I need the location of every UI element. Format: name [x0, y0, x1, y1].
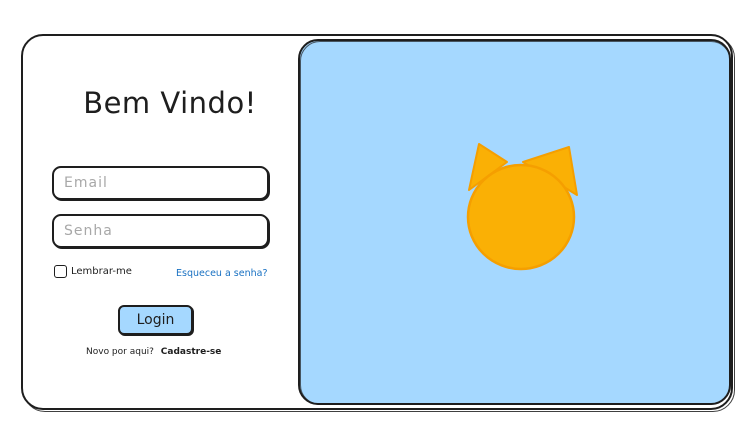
password-input[interactable]	[54, 216, 267, 246]
email-input[interactable]	[54, 168, 267, 198]
remember-checkbox[interactable]	[54, 265, 67, 278]
signup-link[interactable]: Cadastre-se	[161, 347, 222, 357]
signup-row: Novo por aqui? Cadastre-se	[86, 347, 221, 357]
signup-prompt: Novo por aqui?	[86, 347, 154, 357]
password-field[interactable]	[52, 214, 269, 248]
page-title: Bem Vindo!	[83, 86, 257, 120]
remember-label: Lembrar-me	[71, 266, 132, 277]
cat-head	[466, 163, 576, 271]
login-button[interactable]: Login	[118, 305, 193, 335]
cat-icon	[466, 143, 578, 271]
email-field[interactable]	[52, 166, 269, 200]
forgot-password-link[interactable]: Esqueceu a senha?	[176, 268, 268, 279]
remember-me[interactable]: Lembrar-me	[54, 265, 132, 278]
